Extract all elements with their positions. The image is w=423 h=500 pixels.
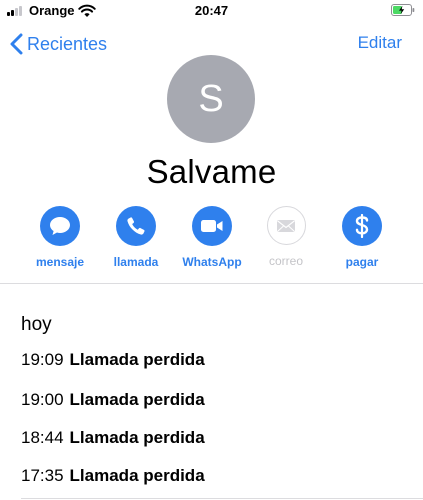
call-description: Llamada perdida bbox=[69, 466, 205, 485]
envelope-icon bbox=[277, 219, 295, 232]
pay-button[interactable]: pagar bbox=[332, 206, 392, 269]
chevron-left-icon bbox=[10, 33, 23, 55]
call-description: Llamada perdida bbox=[69, 390, 205, 409]
email-button[interactable]: correo bbox=[256, 206, 316, 268]
call-history-date: hoy bbox=[21, 314, 52, 335]
back-button[interactable]: Recientes bbox=[10, 32, 107, 56]
call-time: 18:44 bbox=[21, 428, 64, 447]
divider bbox=[0, 283, 423, 284]
call-description: Llamada perdida bbox=[69, 428, 205, 447]
avatar: S bbox=[167, 55, 255, 143]
video-camera-icon bbox=[201, 220, 223, 232]
call-button[interactable]: llamada bbox=[106, 206, 166, 269]
call-history-row: 17:35 Llamada perdida bbox=[21, 466, 205, 486]
phone-icon bbox=[127, 217, 145, 235]
status-time: 20:47 bbox=[194, 3, 229, 18]
call-description: Llamada perdida bbox=[69, 350, 205, 369]
back-label: Recientes bbox=[27, 33, 108, 54]
message-bubble-icon bbox=[50, 217, 70, 235]
edit-button[interactable]: Editar bbox=[358, 33, 402, 53]
status-bar: Orange 20:47 bbox=[0, 0, 423, 22]
battery-charging-icon bbox=[391, 4, 415, 16]
divider bbox=[21, 498, 423, 499]
call-time: 19:00 bbox=[21, 390, 64, 409]
message-button[interactable]: mensaje bbox=[30, 206, 90, 269]
avatar-initial: S bbox=[198, 77, 224, 120]
call-history-row: 19:00 Llamada perdida bbox=[21, 390, 205, 410]
dollar-icon bbox=[355, 214, 369, 238]
pay-label: pagar bbox=[345, 255, 379, 269]
contact-name: Salvame bbox=[146, 153, 277, 190]
call-time: 17:35 bbox=[21, 466, 64, 485]
whatsapp-video-button[interactable]: WhatsApp bbox=[182, 206, 242, 269]
call-history-row: 19:09 Llamada perdida bbox=[21, 350, 205, 370]
call-history-row: 18:44 Llamada perdida bbox=[21, 428, 205, 448]
call-time: 19:09 bbox=[21, 350, 64, 369]
